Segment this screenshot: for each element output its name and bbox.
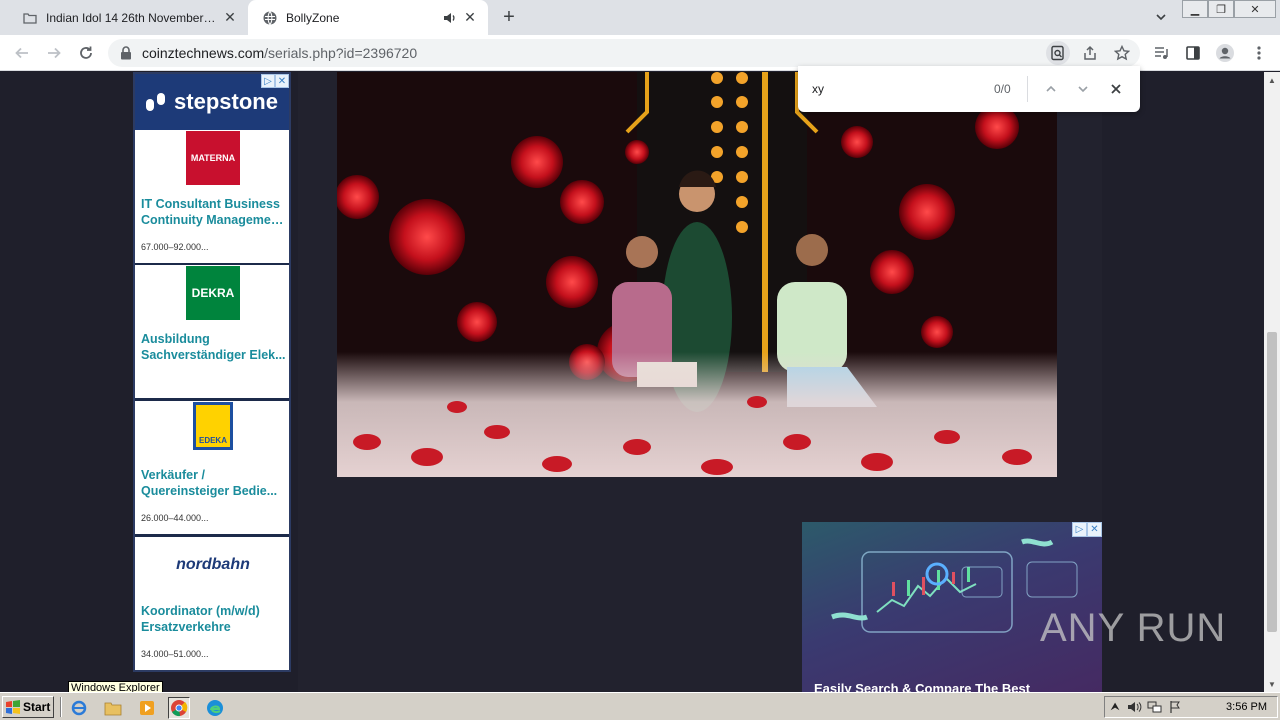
speaker-icon[interactable] [442,10,458,26]
windows-logo-icon [6,700,20,714]
minimize-button[interactable]: ▁ [1182,0,1208,18]
tray-expand-icon[interactable]: ⮝ [1105,698,1125,716]
folder-icon [22,10,38,26]
find-input[interactable] [812,80,982,98]
video-player[interactable] [337,72,1057,477]
video-frame-image [337,72,1057,477]
side-panel-icon[interactable] [1181,41,1205,65]
find-previous-icon[interactable] [1040,78,1062,100]
chevron-down-icon[interactable] [1152,8,1170,26]
globe-icon [262,10,278,26]
job-title-line1[interactable]: Koordinator (m/w/d) [141,603,287,619]
find-next-icon[interactable] [1072,78,1094,100]
ad-info-icon[interactable]: ▷ [1072,522,1087,537]
scroll-down-icon[interactable]: ▼ [1264,676,1280,692]
dekra-logo: DEKRA [186,266,240,320]
lock-icon[interactable] [118,45,134,61]
page-viewport: stepstone ▷ ✕ MATERNA IT Consultant Busi… [0,72,1264,692]
ad-choices[interactable]: ▷ ✕ [261,74,289,88]
find-divider [1027,76,1028,102]
taskbar-clock[interactable]: 3:56 PM [1226,701,1267,713]
close-tab-icon[interactable]: ✕ [222,9,238,26]
edeka-logo: EDEKA [193,402,233,450]
ie-icon[interactable] [68,697,90,719]
address-bar[interactable]: coinztechnews.com/serials.php?id=2396720 [108,39,1140,67]
tab-indian-idol[interactable]: Indian Idol 14 26th November 2023 ✕ [8,0,248,35]
edge-icon[interactable] [204,697,226,719]
profile-icon[interactable] [1213,41,1237,65]
stepstone-mark-icon [146,93,166,111]
tab-bollyzone[interactable]: BollyZone ✕ [248,0,488,35]
window-controls: ▁ ❐ ✕ [1182,0,1276,18]
stepstone-brand-text: stepstone [174,89,278,114]
job-title-line1[interactable]: Ausbildung [141,331,287,347]
forward-icon[interactable] [42,41,66,65]
system-tray: ⮝ 3:56 PM [1104,696,1278,718]
page-scrollbar[interactable]: ▲ ▼ [1264,72,1280,692]
close-tab-icon[interactable]: ✕ [462,9,478,26]
scroll-up-icon[interactable]: ▲ [1264,72,1280,88]
ad-choices[interactable]: ▷ ✕ [1072,522,1102,537]
scroll-thumb[interactable] [1267,332,1277,632]
new-tab-button[interactable]: + [498,6,520,28]
start-label: Start [23,700,51,714]
stepstone-ad[interactable]: stepstone ▷ ✕ MATERNA IT Consultant Busi… [133,72,291,672]
tab-title: BollyZone [286,10,340,25]
find-in-page-icon[interactable] [1046,41,1070,65]
job-title-line1[interactable]: IT Consultant Business [141,196,287,212]
ad-info-icon[interactable]: ▷ [261,74,275,88]
find-bar: 0/0 [798,66,1140,112]
ad-close-icon[interactable]: ✕ [1087,522,1102,537]
job-listing[interactable]: nordbahn Koordinator (m/w/d) Ersatzverke… [135,537,289,670]
windows-taskbar: Start ⮝ 3:56 PM [0,692,1280,720]
job-title-line2[interactable]: Ersatzverkehre [141,619,287,635]
job-salary: 34.000–51.000... [141,649,209,659]
job-title-line2[interactable]: Continuity Managemen... [141,212,287,228]
tab-strip: Indian Idol 14 26th November 2023 ✕ Boll… [0,0,1280,35]
bookmark-star-icon[interactable] [1110,41,1134,65]
materna-logo: MATERNA [186,131,240,185]
media-player-icon[interactable] [136,697,158,719]
url-host: coinztechnews.com [142,45,265,61]
job-salary: 67.000–92.000... [141,242,209,252]
job-listing[interactable]: MATERNA IT Consultant Business Continuit… [135,130,289,263]
media-control-icon[interactable] [1149,41,1173,65]
find-close-icon[interactable] [1105,78,1127,100]
close-window-button[interactable]: ✕ [1234,0,1276,18]
url-path: /serials.php?id=2396720 [264,45,418,61]
job-listing[interactable]: DEKRA Ausbildung Sachverständiger Elek..… [135,265,289,398]
share-icon[interactable] [1078,41,1102,65]
back-icon[interactable] [10,41,34,65]
job-title-line2[interactable]: Quereinsteiger Bedie... [141,483,287,499]
find-match-count: 0/0 [994,82,1011,96]
restore-button[interactable]: ❐ [1208,0,1234,18]
reload-icon[interactable] [74,41,98,65]
chrome-icon[interactable] [168,697,190,719]
anyrun-watermark: ANY RUN [1040,606,1226,651]
job-salary: 26.000–44.000... [141,513,209,523]
taskbar-divider [60,697,62,717]
menu-kebab-icon[interactable] [1247,41,1271,65]
job-title-line2[interactable]: Sachverständiger Elek... [141,347,287,363]
watermark-text: ANY RUN [1040,606,1227,650]
job-title-line1[interactable]: Verkäufer / [141,467,287,483]
network-icon[interactable] [1145,698,1165,716]
windows-explorer-icon[interactable] [102,697,124,719]
job-listing[interactable]: EDEKA Verkäufer / Quereinsteiger Bedie..… [135,401,289,534]
tab-title: Indian Idol 14 26th November 2023 [46,10,218,25]
ad-caption[interactable]: Easily Search & Compare The Best [814,681,1030,692]
ad-close-icon[interactable]: ✕ [275,74,289,88]
nordbahn-logo: nordbahn [176,556,250,573]
action-center-flag-icon[interactable] [1165,698,1185,716]
volume-icon[interactable] [1125,698,1145,716]
start-button[interactable]: Start [2,696,54,718]
